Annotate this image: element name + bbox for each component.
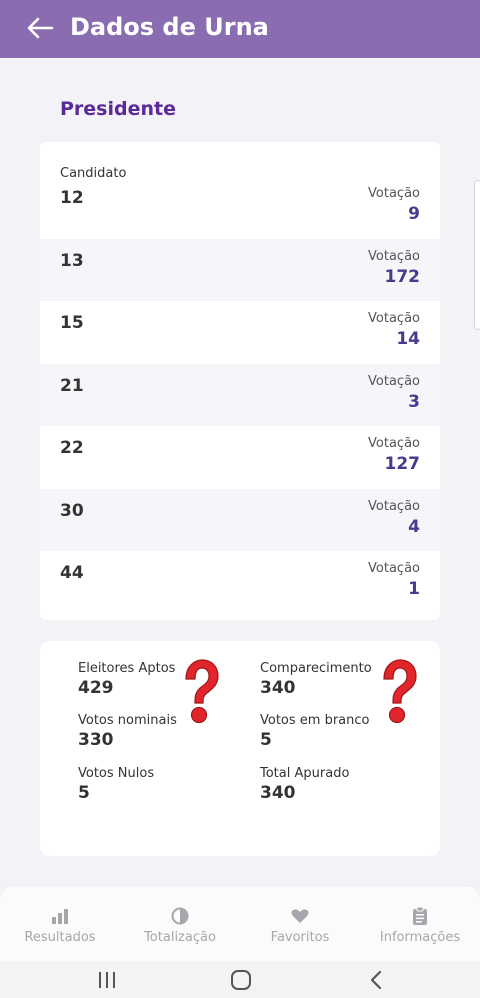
candidates-card: Candidato 12 Votação 9 13 Votação 172 15…	[40, 142, 440, 620]
pie-chart-icon	[171, 907, 189, 925]
clipboard-icon	[413, 906, 427, 925]
stat-votos-nulos: Votos Nulos 5	[78, 766, 154, 803]
recent-apps-button[interactable]	[87, 967, 127, 993]
stat-votos-em-branco: Votos em branco 5	[260, 713, 370, 750]
nav-item-informacoes[interactable]: Informações	[360, 886, 480, 962]
home-icon	[231, 970, 251, 990]
section-title: Presidente	[60, 98, 176, 120]
question-mark-icon	[383, 659, 417, 724]
stat-eleitores-aptos: Eleitores Aptos 429	[78, 661, 175, 698]
nav-item-totalizacao[interactable]: Totalização	[120, 886, 240, 962]
stat-label: Eleitores Aptos	[78, 661, 176, 676]
candidate-row[interactable]: 22 Votação 127	[40, 426, 440, 488]
stat-label: Total Apurado	[260, 766, 350, 781]
back-button[interactable]	[22, 10, 58, 46]
vote-count: 172	[384, 267, 421, 287]
nav-item-resultados[interactable]: Resultados	[0, 886, 120, 962]
vote-label: Votação	[368, 186, 420, 201]
nav-label: Informações	[379, 930, 461, 945]
vote-count: 4	[408, 517, 420, 537]
vote-label: Votação	[368, 561, 420, 576]
candidate-number: 44	[60, 563, 84, 583]
home-button[interactable]	[221, 967, 261, 993]
candidate-number: 21	[60, 376, 84, 396]
stat-value: 5	[260, 730, 272, 750]
vote-label: Votação	[368, 436, 420, 451]
stat-comparecimento: Comparecimento 340	[260, 661, 372, 698]
vote-count: 9	[408, 204, 420, 224]
arrow-left-icon	[27, 17, 54, 39]
candidate-row[interactable]: 44 Votação 1	[40, 551, 440, 613]
app-bar: Dados de Urna	[0, 0, 480, 58]
vote-count: 14	[396, 329, 420, 349]
back-nav-button[interactable]	[356, 967, 396, 993]
nav-label: Favoritos	[270, 930, 330, 945]
nav-label: Resultados	[24, 930, 96, 945]
candidate-number: 22	[60, 438, 84, 458]
chevron-left-icon	[370, 970, 382, 990]
stat-label: Votos em branco	[260, 713, 370, 728]
candidate-number: 13	[60, 251, 84, 271]
vote-count: 3	[408, 392, 420, 412]
stat-total-apurado: Total Apurado 340	[260, 766, 349, 803]
scrollbar-thumb[interactable]	[474, 180, 480, 330]
vote-label: Votação	[368, 374, 420, 389]
vote-label: Votação	[368, 499, 420, 514]
candidate-row[interactable]: 21 Votação 3	[40, 364, 440, 426]
vote-count: 1	[408, 579, 420, 599]
nav-item-favoritos[interactable]: Favoritos	[240, 886, 360, 962]
vote-count: 127	[384, 454, 421, 474]
stats-card: Eleitores Aptos 429 Comparecimento 340 V…	[40, 641, 440, 856]
stat-value: 340	[260, 783, 296, 803]
candidate-row[interactable]: 12 Votação 9	[40, 176, 440, 238]
system-navigation-bar	[0, 961, 480, 998]
vote-label: Votação	[368, 311, 420, 326]
candidate-row[interactable]: 15 Votação 14	[40, 301, 440, 363]
question-mark-icon	[185, 659, 219, 724]
candidate-number: 15	[60, 313, 84, 333]
candidate-number: 30	[60, 501, 84, 521]
recent-apps-icon	[99, 972, 115, 988]
bar-chart-icon	[52, 909, 68, 924]
stat-value: 340	[260, 678, 296, 698]
candidate-number: 12	[60, 188, 84, 208]
stat-label: Comparecimento	[260, 661, 372, 676]
bottom-navigation: Resultados Totalização Favoritos Informa…	[0, 885, 480, 961]
page-title: Dados de Urna	[70, 13, 269, 41]
candidate-row[interactable]: 30 Votação 4	[40, 489, 440, 551]
stat-value: 330	[78, 730, 114, 750]
nav-label: Totalização	[144, 930, 216, 945]
heart-icon	[291, 909, 309, 923]
stat-value: 5	[78, 783, 90, 803]
stat-value: 429	[78, 678, 114, 698]
vote-label: Votação	[368, 249, 420, 264]
stat-label: Votos Nulos	[78, 766, 155, 781]
stat-votos-nominais: Votos nominais 330	[78, 713, 177, 750]
candidate-row[interactable]: 13 Votação 172	[40, 239, 440, 301]
stat-label: Votos nominais	[78, 713, 177, 728]
